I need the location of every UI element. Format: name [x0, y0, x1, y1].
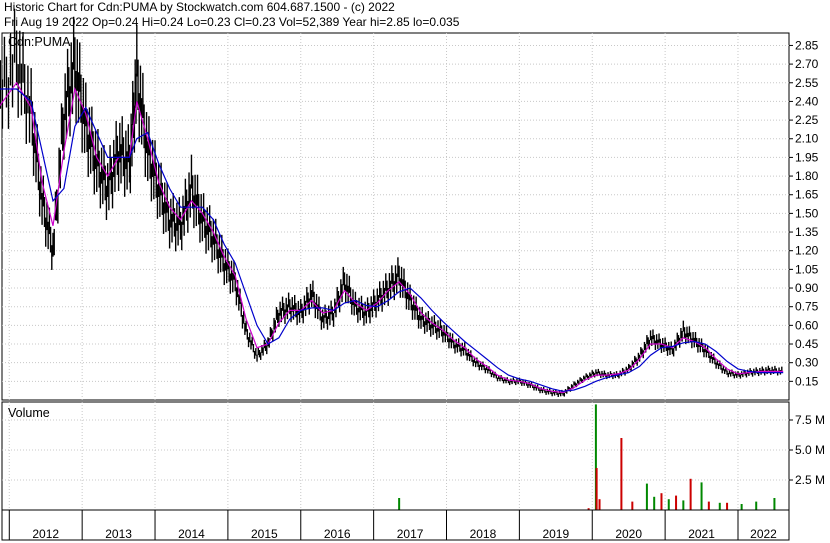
price-tick-label: 0.45 — [795, 337, 819, 351]
volume-bar — [620, 438, 623, 510]
price-panel: 2.85 2.70 2.55 2.40 2.25 2.10 1.95 1.80 1.65 1.50… — [0, 8, 819, 401]
volume-bar — [675, 495, 678, 510]
price-tick-label: 1.65 — [795, 188, 819, 202]
x-tick-label: 2017 — [397, 527, 424, 541]
volume-panel-frame — [1, 401, 790, 511]
price-tick-label: 2.40 — [795, 94, 819, 108]
volume-tick-label: 2.5 M — [795, 473, 825, 487]
price-y-axis: 2.85 2.70 2.55 2.40 2.25 2.10 1.95 1.80 1.65 1.50… — [789, 38, 819, 388]
price-tick-label: 0.75 — [795, 300, 819, 314]
x-tick-label: 2012 — [32, 527, 59, 541]
volume-bar — [689, 478, 692, 510]
volume-bar — [653, 496, 656, 510]
volume-bar — [598, 499, 601, 510]
price-tick-label: 0.15 — [795, 374, 819, 388]
volume-y-axis: 7.5 M 5.0 M 2.5 M — [789, 413, 825, 487]
price-tick-label: 2.85 — [795, 38, 819, 52]
volume-bar — [773, 498, 776, 510]
price-tick-label: 1.35 — [795, 225, 819, 239]
x-tick-label: 2015 — [251, 527, 278, 541]
price-tick-label: 1.95 — [795, 150, 819, 164]
price-tick-label: 2.55 — [795, 76, 819, 90]
price-tick-label: 2.25 — [795, 113, 819, 127]
x-tick-label: 2016 — [324, 527, 351, 541]
chart-canvas: 2.85 2.70 2.55 2.40 2.25 2.10 1.95 1.80 1.65 1.50… — [0, 8, 825, 541]
price-tick-label: 0.30 — [795, 356, 819, 370]
price-tick-label: 0.60 — [795, 318, 819, 332]
x-axis: 2012 2013 2014 2015 2016 2017 2018 2019 2020 2021… — [1, 509, 790, 541]
volume-bar — [660, 493, 663, 510]
x-tick-label: 2019 — [542, 527, 569, 541]
price-tick-label: 1.80 — [795, 169, 819, 183]
volume-bar — [718, 502, 721, 510]
volume-bar — [682, 500, 685, 510]
volume-bar — [595, 468, 598, 510]
price-panel-title: Cdn:PUMA — [8, 35, 71, 49]
volume-bar — [398, 498, 401, 510]
price-tick-label: 1.05 — [795, 262, 819, 276]
volume-tick-label: 5.0 M — [795, 443, 825, 457]
price-tick-label: 2.10 — [795, 132, 819, 146]
price-tick-label: 2.70 — [795, 57, 819, 71]
x-tick-label: 2014 — [178, 527, 205, 541]
x-tick-label: 2022 — [750, 527, 777, 541]
volume-bar — [631, 501, 634, 510]
x-tick-label: 2021 — [688, 527, 715, 541]
volume-tick-label: 7.5 M — [795, 413, 825, 427]
volume-panel-title: Volume — [8, 406, 50, 420]
volume-bar — [740, 504, 743, 510]
volume-bar — [667, 499, 670, 510]
volume-bar — [707, 501, 710, 510]
price-tick-label: 1.50 — [795, 206, 819, 220]
volume-bar — [700, 482, 703, 510]
x-tick-label: 2013 — [105, 527, 132, 541]
price-tick-label: 0.90 — [795, 281, 819, 295]
volume-bar — [755, 501, 758, 510]
x-tick-label: 2018 — [470, 527, 497, 541]
volume-bar — [726, 502, 729, 510]
price-tick-label: 1.20 — [795, 244, 819, 258]
volume-panel: 7.5 M 5.0 M 2.5 M Volume — [1, 401, 825, 511]
x-tick-label: 2020 — [615, 527, 642, 541]
volume-bar — [645, 483, 648, 510]
